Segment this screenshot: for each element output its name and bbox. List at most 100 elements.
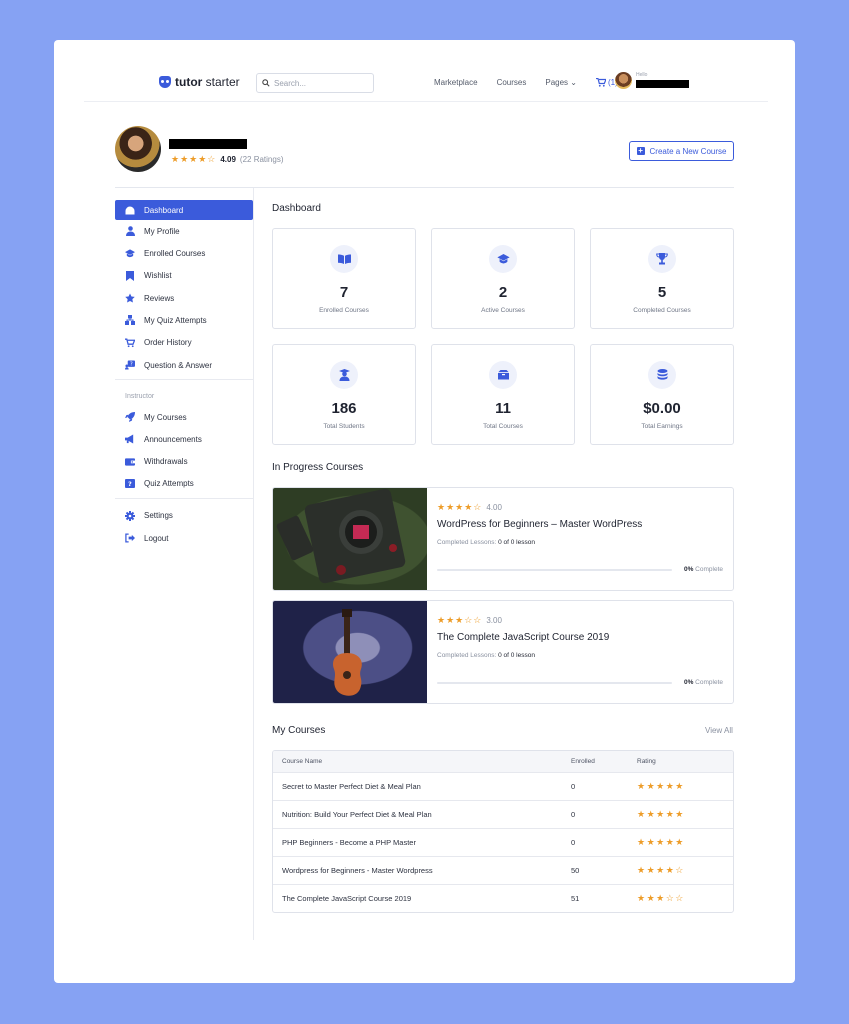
cart-icon — [596, 78, 606, 87]
course-name[interactable]: PHP Beginners - Become a PHP Master — [273, 838, 571, 847]
sidebar-item-label: Question & Answer — [144, 360, 213, 370]
rating-stars: ★★★★★ — [637, 781, 685, 791]
main-nav: Marketplace Courses Pages ⌄ (1) — [434, 78, 618, 87]
sidebar-item-announcements[interactable]: Announcements — [115, 428, 253, 450]
progress-percent-text: 0% Complete — [684, 679, 723, 686]
trophy-icon — [648, 245, 676, 273]
sidebar-item-settings[interactable]: Settings — [115, 505, 253, 527]
sidebar-item-enrolled-courses[interactable]: Enrolled Courses — [115, 243, 253, 265]
sidebar-section-instructor: Instructor — [125, 392, 155, 400]
nav-marketplace[interactable]: Marketplace — [434, 78, 478, 87]
profile-divider — [115, 187, 734, 188]
profile-rating: ★★★★☆ 4.09 (22 Ratings) — [171, 154, 284, 165]
plus-icon: + — [636, 146, 645, 155]
table-row[interactable]: PHP Beginners - Become a PHP Master 0 ★★… — [273, 828, 733, 856]
sidebar-item-my-courses[interactable]: My Courses — [115, 406, 253, 428]
sidebar-item-label: Settings — [144, 511, 173, 521]
column-header: Rating — [637, 758, 656, 765]
book-icon — [330, 245, 358, 273]
course-rating: ★★★☆☆ 3.00 — [437, 615, 723, 626]
nav-courses[interactable]: Courses — [497, 78, 527, 87]
gear-icon — [125, 510, 135, 521]
avatar — [615, 72, 632, 89]
sidebar-divider-line — [115, 497, 253, 499]
course-name[interactable]: Wordpress for Beginners - Master Wordpre… — [273, 866, 571, 875]
course-card[interactable]: ★★★☆☆ 3.00 The Complete JavaScript Cours… — [272, 600, 734, 704]
stat-label: Total Students — [323, 423, 365, 430]
course-title[interactable]: WordPress for Beginners – Master WordPre… — [437, 519, 723, 530]
sidebar-item-question-answer[interactable]: ? Question & Answer — [115, 354, 253, 376]
progress-bar — [437, 681, 672, 684]
course-name[interactable]: Secret to Master Perfect Diet & Meal Pla… — [273, 782, 571, 791]
sidebar-item-label: My Quiz Attempts — [144, 315, 207, 325]
sidebar-item-quiz-attempts[interactable]: ? Quiz Attempts — [115, 473, 253, 495]
sidebar-item-dashboard[interactable]: Dashboard — [115, 200, 253, 220]
rating-stars: ★★★★☆ — [437, 502, 483, 512]
nav-pages[interactable]: Pages ⌄ — [545, 78, 577, 87]
rating-stars: ★★★☆☆ — [437, 615, 483, 625]
sidebar-item-wishlist[interactable]: Wishlist — [115, 265, 253, 287]
sidebar-divider-line — [115, 379, 253, 381]
owl-logo-icon — [159, 76, 171, 88]
view-all-link[interactable]: View All — [705, 726, 733, 735]
sidebar-item-order-history[interactable]: Order History — [115, 332, 253, 354]
search-box[interactable] — [256, 73, 374, 93]
lessons-value: 0 of 0 lesson — [498, 539, 535, 546]
sidebar-item-reviews[interactable]: Reviews — [115, 287, 253, 309]
quiz-icon — [125, 315, 135, 326]
logo-text-light: starter — [202, 75, 240, 89]
sidebar-item-my-profile[interactable]: My Profile — [115, 220, 253, 242]
logo-text-bold: tutor — [175, 75, 203, 89]
stat-value: 7 — [339, 284, 349, 301]
search-input[interactable] — [274, 78, 364, 88]
stat-card-students: 186 Total Students — [272, 344, 416, 445]
sidebar-item-label: Withdrawals — [144, 457, 188, 467]
sidebar-item-withdrawals[interactable]: Withdrawals — [115, 451, 253, 473]
question-icon: ? — [125, 360, 135, 370]
sidebar-item-label: My Profile — [144, 226, 180, 236]
rating-stars: ★★★★★ — [637, 837, 685, 847]
rating-value: 4.09 — [220, 155, 236, 164]
table-row[interactable]: Nutrition: Build Your Perfect Diet & Mea… — [273, 800, 733, 828]
stat-label: Completed Courses — [633, 307, 691, 314]
rating-stars: ★★★★☆ — [171, 154, 217, 164]
course-name[interactable]: Nutrition: Build Your Perfect Diet & Mea… — [273, 810, 571, 819]
course-name[interactable]: The Complete JavaScript Course 2019 — [273, 894, 571, 903]
user-menu[interactable]: Hello — [615, 72, 689, 89]
progress-percent: 0% — [683, 679, 694, 686]
stat-label: Total Earnings — [641, 423, 683, 430]
rating-stars: ★★★★☆ — [637, 865, 685, 875]
graduation-cap-icon — [125, 249, 135, 259]
lessons-value: 0 of 0 lesson — [498, 652, 535, 659]
stat-card-earnings: $0.00 Total Earnings — [590, 344, 734, 445]
my-courses-table: Course Name Enrolled Rating Secret to Ma… — [272, 750, 734, 913]
redacted-username — [636, 80, 689, 88]
sidebar-divider — [253, 188, 254, 940]
rating-count: (22 Ratings) — [239, 155, 284, 164]
table-row[interactable]: The Complete JavaScript Course 2019 51 ★… — [273, 884, 733, 912]
box-icon — [489, 361, 517, 389]
stat-value: 5 — [657, 284, 667, 301]
site-header: tutor starter Marketplace Courses Pages … — [84, 66, 768, 102]
table-header: Course Name Enrolled Rating — [273, 751, 733, 772]
create-course-button[interactable]: + Create a New Course — [629, 141, 734, 161]
stat-value: 186 — [331, 400, 357, 417]
site-logo[interactable]: tutor starter — [159, 75, 240, 89]
course-title[interactable]: The Complete JavaScript Course 2019 — [437, 632, 723, 643]
lessons-label: Completed Lessons: — [437, 652, 497, 659]
stat-value: 2 — [498, 284, 508, 301]
course-card[interactable]: ★★★★☆ 4.00 WordPress for Beginners – Mas… — [272, 487, 734, 591]
table-row[interactable]: Wordpress for Beginners - Master Wordpre… — [273, 856, 733, 884]
course-thumbnail — [273, 601, 427, 703]
dashboard-icon — [125, 205, 135, 215]
course-progress: 0% Complete — [437, 566, 723, 573]
logout-icon — [125, 533, 135, 543]
table-row[interactable]: Secret to Master Perfect Diet & Meal Pla… — [273, 772, 733, 800]
sidebar-item-logout[interactable]: Logout — [115, 527, 253, 549]
sidebar-item-my-quiz-attempts[interactable]: My Quiz Attempts — [115, 309, 253, 331]
course-lessons: Completed Lessons: 0 of 0 lesson — [437, 652, 723, 659]
sidebar-item-label: Logout — [144, 533, 169, 543]
stat-value: $0.00 — [643, 400, 681, 417]
stat-card-completed: 5 Completed Courses — [590, 228, 734, 329]
sidebar-item-label: Enrolled Courses — [144, 249, 206, 259]
